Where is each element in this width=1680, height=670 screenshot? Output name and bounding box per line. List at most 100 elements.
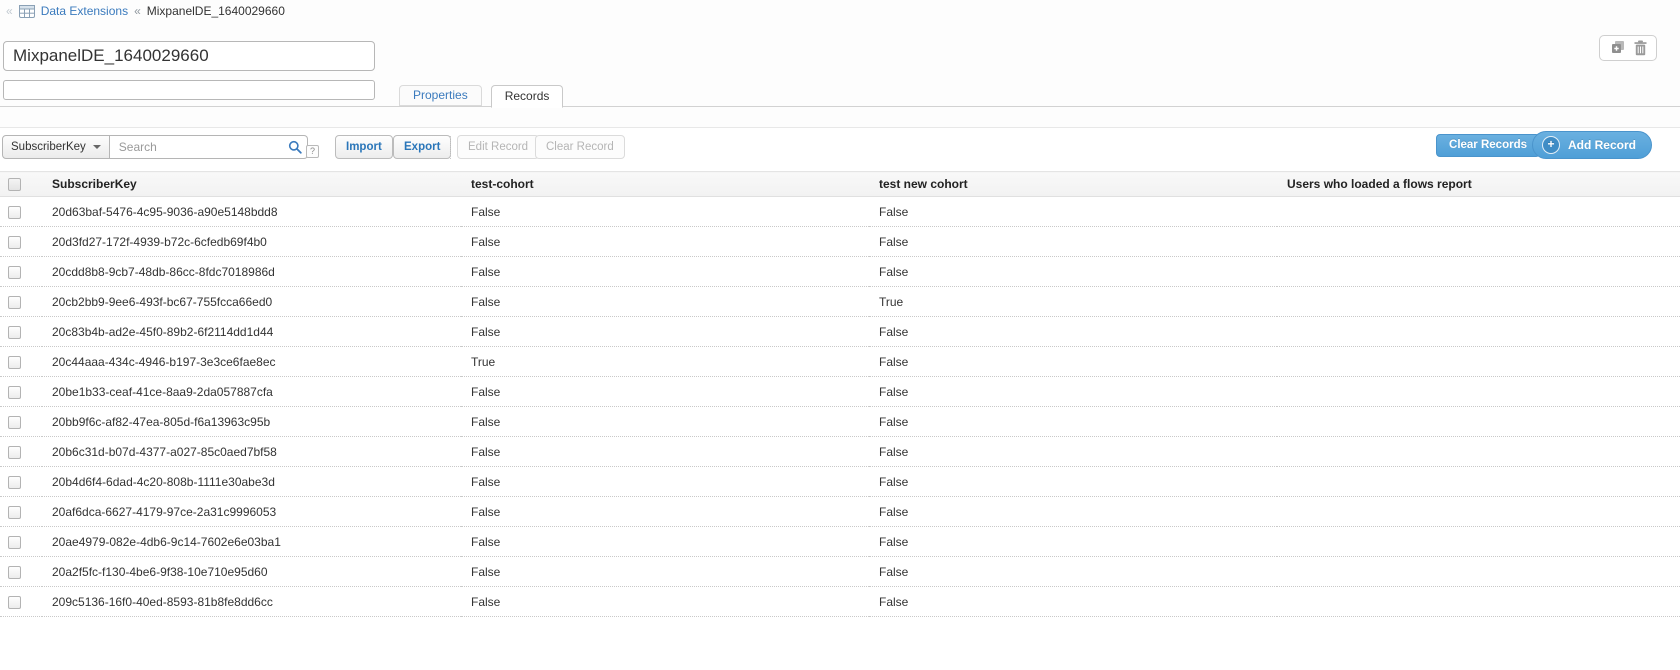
table-row: 20c83b4b-ad2e-45f0-89b2-6f2114dd1d44Fals… — [0, 317, 1680, 347]
row-checkbox-cell — [0, 317, 42, 347]
search-icon[interactable] — [288, 140, 302, 159]
edit-record-button[interactable]: Edit Record — [457, 135, 539, 159]
table-row: 209c5136-16f0-40ed-8593-81b8fe8dd6ccFals… — [0, 587, 1680, 617]
row-checkbox[interactable] — [8, 356, 21, 369]
cell-subscriberkey: 20d3fd27-172f-4939-b72c-6cfedb69f4b0 — [42, 227, 461, 257]
row-checkbox[interactable] — [8, 266, 21, 279]
row-checkbox[interactable] — [8, 326, 21, 339]
chevron-down-icon — [93, 145, 101, 149]
row-checkbox[interactable] — [8, 506, 21, 519]
cell-test-new-cohort: False — [869, 437, 1277, 467]
row-checkbox[interactable] — [8, 296, 21, 309]
plus-icon: + — [1542, 136, 1560, 154]
search-input[interactable] — [110, 135, 308, 159]
row-checkbox[interactable] — [8, 476, 21, 489]
cell-test-new-cohort: False — [869, 377, 1277, 407]
trash-icon[interactable] — [1634, 40, 1647, 56]
cell-flows-report — [1277, 347, 1680, 377]
cell-test-cohort: False — [461, 467, 869, 497]
row-checkbox[interactable] — [8, 206, 21, 219]
breadcrumb-current: MixpanelDE_1640029660 — [147, 4, 285, 18]
records-panel: SubscriberKey ? Import Export E — [0, 127, 1680, 670]
cell-test-new-cohort: False — [869, 587, 1277, 617]
tab-records[interactable]: Records — [491, 85, 564, 108]
clear-records-button[interactable]: Clear Records — [1436, 134, 1540, 157]
cell-test-cohort: False — [461, 437, 869, 467]
row-checkbox[interactable] — [8, 386, 21, 399]
row-checkbox-cell — [0, 227, 42, 257]
cell-flows-report — [1277, 527, 1680, 557]
row-checkbox[interactable] — [8, 566, 21, 579]
import-button[interactable]: Import — [335, 135, 393, 159]
breadcrumb-separator: « — [134, 4, 141, 18]
cell-flows-report — [1277, 257, 1680, 287]
row-checkbox-cell — [0, 467, 42, 497]
export-button[interactable]: Export — [393, 135, 451, 159]
cell-test-cohort: False — [461, 557, 869, 587]
tab-properties[interactable]: Properties — [399, 85, 482, 106]
cell-test-new-cohort: False — [869, 527, 1277, 557]
cell-test-cohort: False — [461, 317, 869, 347]
row-checkbox[interactable] — [8, 236, 21, 249]
cell-subscriberkey: 20c83b4b-ad2e-45f0-89b2-6f2114dd1d44 — [42, 317, 461, 347]
cell-subscriberkey: 20af6dca-6627-4179-97ce-2a31c9996053 — [42, 497, 461, 527]
cell-test-new-cohort: False — [869, 317, 1277, 347]
cell-test-cohort: True — [461, 347, 869, 377]
records-table: SubscriberKey test-cohort test new cohor… — [0, 171, 1680, 617]
cell-subscriberkey: 209c5136-16f0-40ed-8593-81b8fe8dd6cc — [42, 587, 461, 617]
row-checkbox[interactable] — [8, 596, 21, 609]
tabs: Properties Records — [399, 85, 563, 108]
table-row: 20ae4979-082e-4db6-9c14-7602e6e03ba1Fals… — [0, 527, 1680, 557]
help-icon[interactable]: ? — [306, 145, 319, 158]
cell-subscriberkey: 20cb2bb9-9ee6-493f-bc67-755fcca66ed0 — [42, 287, 461, 317]
breadcrumb-link-data-extensions[interactable]: Data Extensions — [41, 4, 128, 18]
cell-flows-report — [1277, 317, 1680, 347]
table-row: 20be1b33-ceaf-41ce-8aa9-2da057887cfaFals… — [0, 377, 1680, 407]
row-checkbox[interactable] — [8, 416, 21, 429]
cell-flows-report — [1277, 587, 1680, 617]
column-header-subscriberkey: SubscriberKey — [42, 172, 461, 197]
de-name-input[interactable] — [3, 41, 375, 71]
cell-flows-report — [1277, 287, 1680, 317]
cell-test-cohort: False — [461, 587, 869, 617]
cell-test-cohort: False — [461, 287, 869, 317]
row-checkbox-cell — [0, 197, 42, 227]
search-field-dropdown[interactable]: SubscriberKey — [2, 135, 110, 159]
cell-subscriberkey: 20b6c31d-b07d-4377-a027-85c0aed7bf58 — [42, 437, 461, 467]
row-checkbox-cell — [0, 407, 42, 437]
records-toolbar: SubscriberKey ? Import Export E — [0, 128, 1680, 171]
add-record-button[interactable]: + Add Record — [1532, 131, 1652, 159]
clear-record-button[interactable]: Clear Record — [535, 135, 625, 159]
cell-test-cohort: False — [461, 407, 869, 437]
cell-test-cohort: False — [461, 257, 869, 287]
cell-test-cohort: False — [461, 527, 869, 557]
table-row: 20cb2bb9-9ee6-493f-bc67-755fcca66ed0Fals… — [0, 287, 1680, 317]
row-checkbox-cell — [0, 287, 42, 317]
row-checkbox[interactable] — [8, 536, 21, 549]
cell-subscriberkey: 20c44aaa-434c-4946-b197-3e3ce6fae8ec — [42, 347, 461, 377]
tabs-underline — [0, 106, 1680, 107]
cell-flows-report — [1277, 407, 1680, 437]
cell-flows-report — [1277, 467, 1680, 497]
row-checkbox-cell — [0, 377, 42, 407]
row-checkbox-cell — [0, 527, 42, 557]
cell-flows-report — [1277, 197, 1680, 227]
cell-test-new-cohort: False — [869, 407, 1277, 437]
table-row: 20b4d6f4-6dad-4c20-808b-1111e30abe3dFals… — [0, 467, 1680, 497]
select-all-checkbox[interactable] — [8, 178, 21, 191]
cell-test-new-cohort: False — [869, 347, 1277, 377]
collapse-chevron-icon[interactable]: « — [6, 4, 13, 18]
cell-test-cohort: False — [461, 497, 869, 527]
row-checkbox[interactable] — [8, 446, 21, 459]
add-record-label: Add Record — [1568, 134, 1636, 156]
cell-flows-report — [1277, 557, 1680, 587]
de-description-input[interactable] — [3, 80, 375, 100]
cell-subscriberkey: 20ae4979-082e-4db6-9c14-7602e6e03ba1 — [42, 527, 461, 557]
breadcrumb: « Data Extensions « MixpanelDE_164002966… — [6, 3, 285, 19]
cell-test-cohort: False — [461, 197, 869, 227]
records-tbody: 20d63baf-5476-4c95-9036-a90e5148bdd8Fals… — [0, 197, 1680, 617]
copy-icon[interactable] — [1610, 40, 1626, 56]
row-checkbox-cell — [0, 497, 42, 527]
table-row: 20c44aaa-434c-4946-b197-3e3ce6fae8ecTrue… — [0, 347, 1680, 377]
column-header-test-new-cohort: test new cohort — [869, 172, 1277, 197]
